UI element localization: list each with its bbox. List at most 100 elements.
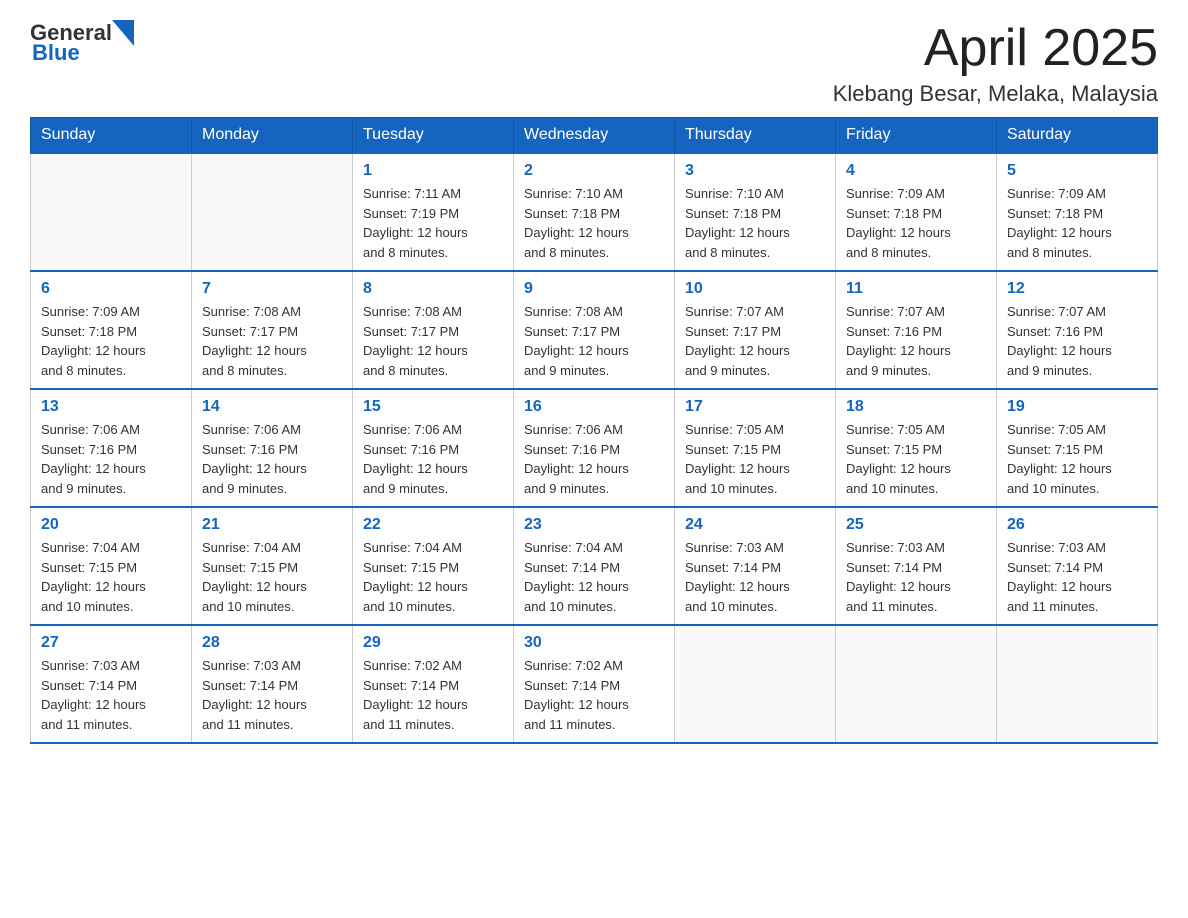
header-row: SundayMondayTuesdayWednesdayThursdayFrid… <box>31 118 1158 154</box>
day-number: 8 <box>363 280 503 298</box>
calendar-cell: 16 Sunrise: 7:06 AMSunset: 7:16 PMDayligh… <box>514 389 675 507</box>
day-info: Sunrise: 7:05 AMSunset: 7:15 PMDaylight:… <box>685 420 825 498</box>
day-info: Sunrise: 7:04 AMSunset: 7:14 PMDaylight:… <box>524 538 664 616</box>
day-info: Sunrise: 7:08 AMSunset: 7:17 PMDaylight:… <box>363 302 503 380</box>
calendar-cell: 10 Sunrise: 7:07 AMSunset: 7:17 PMDayligh… <box>675 271 836 389</box>
weekday-header-thursday: Thursday <box>675 118 836 154</box>
day-number: 23 <box>524 516 664 534</box>
day-number: 19 <box>1007 398 1147 416</box>
day-info: Sunrise: 7:07 AMSunset: 7:17 PMDaylight:… <box>685 302 825 380</box>
page-subtitle: Klebang Besar, Melaka, Malaysia <box>833 81 1158 107</box>
day-number: 6 <box>41 280 181 298</box>
calendar-cell <box>31 153 192 271</box>
day-number: 27 <box>41 634 181 652</box>
day-info: Sunrise: 7:06 AMSunset: 7:16 PMDaylight:… <box>202 420 342 498</box>
day-number: 1 <box>363 162 503 180</box>
weekday-header-monday: Monday <box>192 118 353 154</box>
day-info: Sunrise: 7:09 AMSunset: 7:18 PMDaylight:… <box>1007 184 1147 262</box>
calendar-cell: 21 Sunrise: 7:04 AMSunset: 7:15 PMDayligh… <box>192 507 353 625</box>
week-row-1: 1 Sunrise: 7:11 AMSunset: 7:19 PMDaylight… <box>31 153 1158 271</box>
calendar-cell: 5 Sunrise: 7:09 AMSunset: 7:18 PMDaylight… <box>997 153 1158 271</box>
calendar-cell: 24Sunrise: 7:03 AMSunset: 7:14 PMDayligh… <box>675 507 836 625</box>
day-number: 21 <box>202 516 342 534</box>
calendar-cell: 19 Sunrise: 7:05 AMSunset: 7:15 PMDayligh… <box>997 389 1158 507</box>
page-title: April 2025 <box>833 20 1158 77</box>
day-number: 26 <box>1007 516 1147 534</box>
day-info: Sunrise: 7:03 AMSunset: 7:14 PMDaylight:… <box>202 656 342 734</box>
week-row-4: 20 Sunrise: 7:04 AMSunset: 7:15 PMDayligh… <box>31 507 1158 625</box>
weekday-header-sunday: Sunday <box>31 118 192 154</box>
day-info: Sunrise: 7:09 AMSunset: 7:18 PMDaylight:… <box>41 302 181 380</box>
day-info: Sunrise: 7:03 AMSunset: 7:14 PMDaylight:… <box>1007 538 1147 616</box>
logo-blue-text: Blue <box>32 40 80 66</box>
day-number: 22 <box>363 516 503 534</box>
day-info: Sunrise: 7:09 AMSunset: 7:18 PMDaylight:… <box>846 184 986 262</box>
day-info: Sunrise: 7:08 AMSunset: 7:17 PMDaylight:… <box>202 302 342 380</box>
day-info: Sunrise: 7:06 AMSunset: 7:16 PMDaylight:… <box>363 420 503 498</box>
day-number: 3 <box>685 162 825 180</box>
day-info: Sunrise: 7:05 AMSunset: 7:15 PMDaylight:… <box>1007 420 1147 498</box>
calendar-cell: 6 Sunrise: 7:09 AMSunset: 7:18 PMDaylight… <box>31 271 192 389</box>
logo: General Blue <box>30 20 134 66</box>
calendar-cell: 30Sunrise: 7:02 AMSunset: 7:14 PMDayligh… <box>514 625 675 743</box>
calendar-cell: 28 Sunrise: 7:03 AMSunset: 7:14 PMDayligh… <box>192 625 353 743</box>
day-info: Sunrise: 7:04 AMSunset: 7:15 PMDaylight:… <box>41 538 181 616</box>
day-number: 12 <box>1007 280 1147 298</box>
calendar-cell: 15 Sunrise: 7:06 AMSunset: 7:16 PMDayligh… <box>353 389 514 507</box>
week-row-3: 13Sunrise: 7:06 AMSunset: 7:16 PMDayligh… <box>31 389 1158 507</box>
calendar-body: 1 Sunrise: 7:11 AMSunset: 7:19 PMDaylight… <box>31 153 1158 743</box>
day-info: Sunrise: 7:03 AMSunset: 7:14 PMDaylight:… <box>41 656 181 734</box>
calendar-cell: 3 Sunrise: 7:10 AMSunset: 7:18 PMDaylight… <box>675 153 836 271</box>
logo-triangle-icon <box>112 20 134 46</box>
calendar-cell <box>675 625 836 743</box>
calendar-cell: 4 Sunrise: 7:09 AMSunset: 7:18 PMDaylight… <box>836 153 997 271</box>
calendar-cell: 18 Sunrise: 7:05 AMSunset: 7:15 PMDayligh… <box>836 389 997 507</box>
day-number: 29 <box>363 634 503 652</box>
weekday-header-tuesday: Tuesday <box>353 118 514 154</box>
day-number: 16 <box>524 398 664 416</box>
weekday-header-friday: Friday <box>836 118 997 154</box>
day-number: 5 <box>1007 162 1147 180</box>
week-row-5: 27 Sunrise: 7:03 AMSunset: 7:14 PMDayligh… <box>31 625 1158 743</box>
calendar-cell: 14Sunrise: 7:06 AMSunset: 7:16 PMDayligh… <box>192 389 353 507</box>
calendar-cell <box>997 625 1158 743</box>
day-number: 2 <box>524 162 664 180</box>
week-row-2: 6 Sunrise: 7:09 AMSunset: 7:18 PMDaylight… <box>31 271 1158 389</box>
calendar-cell: 2 Sunrise: 7:10 AMSunset: 7:18 PMDaylight… <box>514 153 675 271</box>
calendar-cell: 8 Sunrise: 7:08 AMSunset: 7:17 PMDaylight… <box>353 271 514 389</box>
day-number: 7 <box>202 280 342 298</box>
day-info: Sunrise: 7:08 AMSunset: 7:17 PMDaylight:… <box>524 302 664 380</box>
calendar-cell: 12 Sunrise: 7:07 AMSunset: 7:16 PMDayligh… <box>997 271 1158 389</box>
weekday-header-wednesday: Wednesday <box>514 118 675 154</box>
calendar-cell: 1 Sunrise: 7:11 AMSunset: 7:19 PMDaylight… <box>353 153 514 271</box>
day-info: Sunrise: 7:02 AMSunset: 7:14 PMDaylight:… <box>524 656 664 734</box>
calendar-cell: 29Sunrise: 7:02 AMSunset: 7:14 PMDayligh… <box>353 625 514 743</box>
title-block: April 2025 Klebang Besar, Melaka, Malays… <box>833 20 1158 107</box>
calendar-cell <box>836 625 997 743</box>
day-number: 15 <box>363 398 503 416</box>
calendar-cell: 13Sunrise: 7:06 AMSunset: 7:16 PMDayligh… <box>31 389 192 507</box>
day-number: 18 <box>846 398 986 416</box>
day-info: Sunrise: 7:10 AMSunset: 7:18 PMDaylight:… <box>685 184 825 262</box>
day-info: Sunrise: 7:10 AMSunset: 7:18 PMDaylight:… <box>524 184 664 262</box>
calendar-cell: 27 Sunrise: 7:03 AMSunset: 7:14 PMDayligh… <box>31 625 192 743</box>
day-number: 28 <box>202 634 342 652</box>
day-number: 11 <box>846 280 986 298</box>
day-info: Sunrise: 7:05 AMSunset: 7:15 PMDaylight:… <box>846 420 986 498</box>
day-number: 4 <box>846 162 986 180</box>
calendar-cell <box>192 153 353 271</box>
day-info: Sunrise: 7:04 AMSunset: 7:15 PMDaylight:… <box>202 538 342 616</box>
day-number: 10 <box>685 280 825 298</box>
day-info: Sunrise: 7:06 AMSunset: 7:16 PMDaylight:… <box>41 420 181 498</box>
day-info: Sunrise: 7:07 AMSunset: 7:16 PMDaylight:… <box>1007 302 1147 380</box>
day-number: 20 <box>41 516 181 534</box>
day-info: Sunrise: 7:03 AMSunset: 7:14 PMDaylight:… <box>846 538 986 616</box>
day-info: Sunrise: 7:06 AMSunset: 7:16 PMDaylight:… <box>524 420 664 498</box>
day-info: Sunrise: 7:04 AMSunset: 7:15 PMDaylight:… <box>363 538 503 616</box>
calendar-cell: 9Sunrise: 7:08 AMSunset: 7:17 PMDaylight… <box>514 271 675 389</box>
calendar-cell: 26 Sunrise: 7:03 AMSunset: 7:14 PMDayligh… <box>997 507 1158 625</box>
day-info: Sunrise: 7:11 AMSunset: 7:19 PMDaylight:… <box>363 184 503 262</box>
calendar-cell: 11Sunrise: 7:07 AMSunset: 7:16 PMDayligh… <box>836 271 997 389</box>
day-number: 25 <box>846 516 986 534</box>
calendar-table: SundayMondayTuesdayWednesdayThursdayFrid… <box>30 117 1158 744</box>
